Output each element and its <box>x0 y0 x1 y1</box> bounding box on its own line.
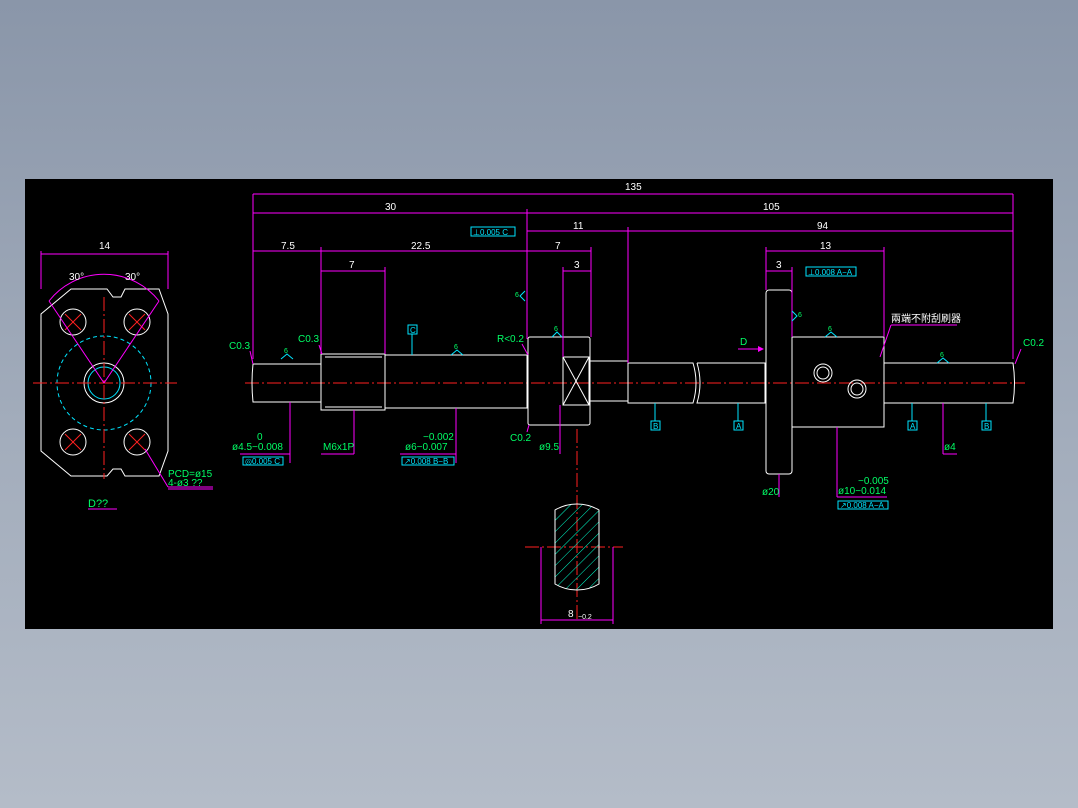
neck <box>589 360 629 402</box>
dim-105: 105 <box>763 202 780 213</box>
svg-text:6: 6 <box>554 326 558 333</box>
tol-dia45: ◎0.005 C <box>245 457 280 466</box>
dim-94: 94 <box>817 221 829 232</box>
section-hatched <box>554 503 600 591</box>
dim-22-5: 22.5 <box>411 241 431 252</box>
dim-3-b: 3 <box>776 260 782 271</box>
tol-dia6: ↗0.008 B−B <box>404 457 448 466</box>
arrow-d-label: D <box>740 337 747 348</box>
dim-14: 14 <box>99 241 111 252</box>
thread-m6 <box>320 353 386 411</box>
tol-nut-top: ⊥0.008 A−A <box>808 268 853 277</box>
section-tol: −0.2 <box>578 614 592 621</box>
dim-135: 135 <box>625 182 642 193</box>
note-c02-right: C0.2 <box>1023 338 1045 349</box>
angle-arc <box>48 273 160 302</box>
svg-text:6: 6 <box>284 348 288 355</box>
dim-13: 13 <box>820 241 832 252</box>
cad-drawing-canvas[interactable]: 14 30° 30° PCD=ø15 4-ø3 ?? D?? 135 30 10… <box>25 179 1053 629</box>
top-dimensions: 135 30 105 11 94 7.5 22.5 7 7 3 13 3 <box>252 182 1014 363</box>
dim-7-a: 7 <box>349 260 355 271</box>
angle-left: 30° <box>69 272 84 283</box>
note-c03-step: C0.3 <box>298 334 320 345</box>
svg-text:6: 6 <box>798 312 802 319</box>
svg-text:6: 6 <box>454 344 458 351</box>
svg-text:6: 6 <box>515 292 519 299</box>
note-c02-collar: C0.2 <box>510 433 532 444</box>
dim-11: 11 <box>573 221 584 232</box>
section-view: 8 −0.2 <box>525 429 623 624</box>
datum-b1: B <box>653 422 658 431</box>
datum-a2: A <box>910 422 916 431</box>
svg-text:6: 6 <box>828 326 832 333</box>
nut-flange <box>765 289 793 475</box>
svg-text:6: 6 <box>940 352 944 359</box>
ball-screw-drawing: 14 30° 30° PCD=ø15 4-ø3 ?? D?? 135 30 10… <box>33 182 1045 624</box>
m6-note: M6x1P <box>323 442 354 453</box>
dia4-note: ø4 <box>944 442 956 453</box>
tol-dia10: ↗0.008 A−A <box>840 501 885 510</box>
dia45-note: ø4.5−0.008 <box>232 442 283 453</box>
datum-b2: B <box>984 422 989 431</box>
dia6-note: ø6−0.007 <box>405 442 448 453</box>
screw-shaft-view: 135 30 105 11 94 7.5 22.5 7 7 3 13 3 ⊥0.… <box>229 182 1045 510</box>
dim-3-a: 3 <box>574 260 580 271</box>
dim-7-b: 7 <box>555 241 561 252</box>
bearing-seat <box>384 354 528 409</box>
angle-right: 30° <box>125 272 140 283</box>
datum-a1: A <box>736 422 742 431</box>
dim-7-5: 7.5 <box>281 241 295 252</box>
note-r02: R<0.2 <box>497 334 524 345</box>
dia20-note: ø20 <box>762 487 780 498</box>
view-d-label: D?? <box>88 498 108 510</box>
flange-end-view: 14 30° 30° PCD=ø15 4-ø3 ?? D?? <box>33 241 213 510</box>
wiper-note: 兩端不附刮刷器 <box>891 312 961 325</box>
section-width: 8 <box>568 609 574 620</box>
tol-top-left: ⊥0.005 C <box>473 228 508 237</box>
note-c03-left: C0.3 <box>229 341 251 352</box>
nut-body <box>791 336 885 428</box>
roughness-symbols: 6 6 6 6 6 6 6 <box>280 290 950 364</box>
collar <box>527 336 591 426</box>
dia10-note: ø10−0.014 <box>838 486 887 497</box>
datum-c: C <box>410 326 416 335</box>
dim-30: 30 <box>385 202 397 213</box>
dia95-note: ø9.5 <box>539 442 559 453</box>
holes-note: 4-ø3 ?? <box>168 478 203 489</box>
